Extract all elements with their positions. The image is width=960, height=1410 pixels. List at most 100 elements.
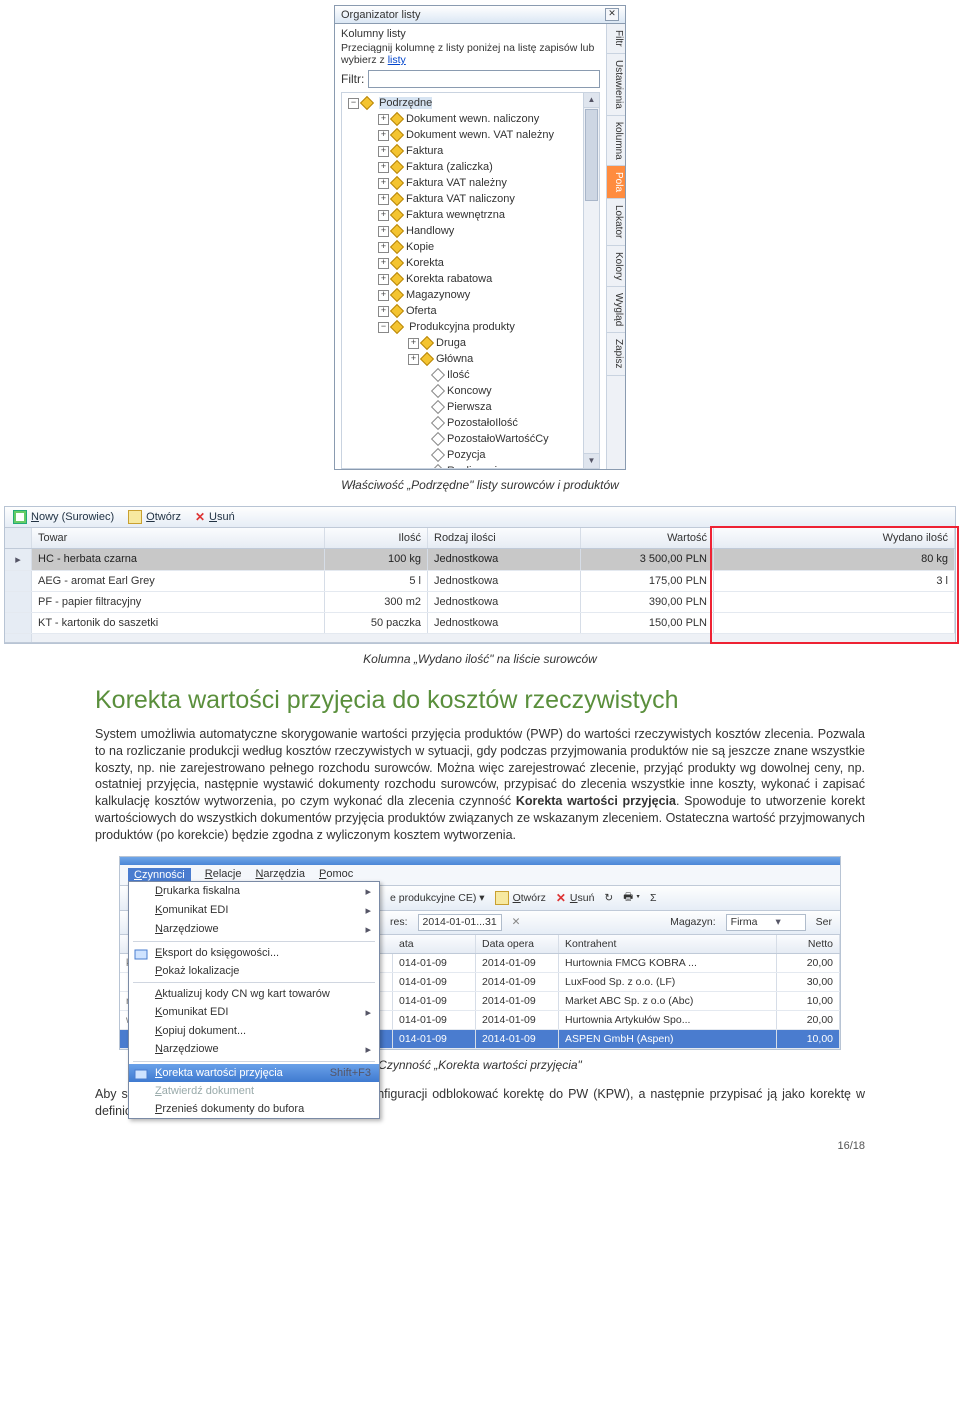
print-button[interactable]: 🖶 ▾ <box>623 889 640 907</box>
col-wydano[interactable]: Wydano ilość <box>714 528 955 548</box>
side-tab-zapisz[interactable]: Zapisz <box>607 333 625 375</box>
menu-item[interactable]: Drukarka fiskalna▸ <box>129 882 379 901</box>
expand-icon[interactable]: + <box>378 114 389 125</box>
expand-icon[interactable]: + <box>378 274 389 285</box>
tree-node[interactable]: Faktura <box>406 145 443 157</box>
filter-dropdown[interactable]: e produkcyjne CE) ▾ <box>390 892 485 904</box>
tree-node[interactable]: Produkcyjna produkty <box>409 321 515 333</box>
col-ilosc[interactable]: Ilość <box>325 528 428 548</box>
tree-node[interactable]: Faktura (zaliczka) <box>406 161 493 173</box>
collapse-icon[interactable]: − <box>348 98 359 109</box>
table-row[interactable]: ▸HC - herbata czarna100 kgJednostkowa3 5… <box>5 549 955 571</box>
col-data[interactable]: ata <box>393 935 476 953</box>
table-row[interactable]: KT - kartonik do saszetki50 paczkaJednos… <box>5 613 955 634</box>
col-kontrahent[interactable]: Kontrahent <box>559 935 777 953</box>
grid-footer-scroller[interactable]: ◂ <box>5 634 32 642</box>
tree-node[interactable]: Magazynowy <box>406 289 470 301</box>
expand-icon[interactable]: + <box>378 210 389 221</box>
tree-node[interactable]: Główna <box>436 353 473 365</box>
tree-node[interactable]: Faktura wewnętrzna <box>406 209 505 221</box>
expand-icon[interactable]: + <box>378 226 389 237</box>
tree-node[interactable]: Kopie <box>406 241 434 253</box>
tree-node[interactable]: Korekta rabatowa <box>406 273 492 285</box>
delete-button[interactable]: ✕ Usuń <box>195 511 235 523</box>
folder-icon <box>360 96 374 110</box>
sum-button[interactable]: Σ <box>650 892 657 904</box>
tree-node[interactable]: PozostałoWartośćCy <box>447 433 549 445</box>
tree-node[interactable]: Pozycja <box>447 449 486 461</box>
expand-icon[interactable]: + <box>378 146 389 157</box>
menu-narzędzia[interactable]: Narzędzia <box>255 868 305 882</box>
col-rodzaj[interactable]: Rodzaj ilości <box>428 528 581 548</box>
expand-icon[interactable]: + <box>408 338 419 349</box>
expand-icon[interactable]: + <box>378 306 389 317</box>
refresh-button[interactable]: ↻ <box>604 892 613 904</box>
warehouse-select[interactable]: Firma ▾ <box>726 914 806 931</box>
tree-root[interactable]: Podrzędne <box>379 97 432 109</box>
tree-node[interactable]: Faktura VAT naliczony <box>406 193 515 205</box>
columns-tree[interactable]: − Podrzędne + Dokument wewn. naliczony + Do… <box>341 92 600 469</box>
tree-node[interactable]: Dokument wewn. VAT należny <box>406 129 554 141</box>
tree-node[interactable]: Ilość <box>447 369 470 381</box>
table-row[interactable]: AEG - aromat Earl Grey5 lJednostkowa175,… <box>5 571 955 592</box>
side-tab-ustawienia[interactable]: Ustawienia <box>607 54 625 116</box>
tree-node[interactable]: Dokument wewn. naliczony <box>406 113 539 125</box>
tree-node[interactable]: Rozliczanie <box>447 465 503 469</box>
tree-node[interactable]: Korekta <box>406 257 444 269</box>
side-tab-lokator[interactable]: Lokator <box>607 199 625 245</box>
col-towar[interactable]: Towar <box>32 528 325 548</box>
menu-pomoc[interactable]: Pomoc <box>319 868 353 882</box>
collapse-icon[interactable]: − <box>378 322 389 333</box>
period-input[interactable]: 2014-01-01...31 <box>418 914 502 931</box>
scroll-up-icon[interactable]: ▲ <box>584 93 599 108</box>
tree-node[interactable]: Handlowy <box>406 225 454 237</box>
col-netto[interactable]: Netto <box>777 935 840 953</box>
expand-icon[interactable]: + <box>378 178 389 189</box>
tree-node[interactable]: Koncowy <box>447 385 492 397</box>
side-tab-kolory[interactable]: Kolory <box>607 246 625 287</box>
menu-item-icon <box>134 1067 148 1081</box>
side-tab-filtr[interactable]: Filtr <box>607 24 625 54</box>
menu-item[interactable]: Komunikat EDI▸ <box>129 1003 379 1022</box>
scroll-down-icon[interactable]: ▼ <box>584 453 599 468</box>
expand-icon[interactable]: + <box>378 194 389 205</box>
menu-item[interactable]: Narzędziowe▸ <box>129 920 379 939</box>
menu-item[interactable]: Pokaż lokalizacje <box>129 962 379 980</box>
open-button[interactable]: Otwórz <box>128 510 181 524</box>
tree-node[interactable]: Pierwsza <box>447 401 492 413</box>
expand-icon[interactable]: + <box>408 354 419 365</box>
expand-icon[interactable]: + <box>378 242 389 253</box>
menu-czynności[interactable]: Czynności <box>128 868 191 882</box>
filter-input[interactable] <box>368 70 600 88</box>
side-tab-kolumna[interactable]: kolumna <box>607 116 625 167</box>
tree-scrollbar[interactable]: ▲ ▼ <box>583 93 599 468</box>
expand-icon[interactable]: + <box>378 290 389 301</box>
menu-item[interactable]: Kopiuj dokument... <box>129 1022 379 1040</box>
period-clear[interactable]: ✕ <box>512 916 521 928</box>
close-icon[interactable]: ✕ <box>605 8 619 21</box>
menu-item[interactable]: Eksport do księgowości... <box>129 944 379 962</box>
col-data-opera[interactable]: Data opera <box>476 935 559 953</box>
scroll-thumb[interactable] <box>585 109 598 201</box>
side-tab-pola[interactable]: Pola <box>607 166 625 199</box>
expand-icon[interactable]: + <box>378 258 389 269</box>
open-button[interactable]: Otwórz <box>495 891 546 905</box>
delete-button[interactable]: ✕ Usuń <box>556 892 595 904</box>
expand-icon[interactable]: + <box>378 130 389 141</box>
menu-item[interactable]: Korekta wartości przyjęciaShift+F3 <box>129 1064 379 1082</box>
new-button[interactable]: NNowy (Surowiec)owy (Surowiec) <box>13 510 114 524</box>
tree-node[interactable]: Faktura VAT należny <box>406 177 507 189</box>
menu-item[interactable]: Narzędziowe▸ <box>129 1040 379 1059</box>
expand-icon[interactable]: + <box>378 162 389 173</box>
tree-node[interactable]: Druga <box>436 337 466 349</box>
menu-item[interactable]: Przenieś dokumenty do bufora <box>129 1100 379 1118</box>
col-wartosc[interactable]: Wartość <box>581 528 714 548</box>
side-tab-wygląd[interactable]: Wygląd <box>607 287 625 333</box>
tree-node[interactable]: PozostałoIlość <box>447 417 518 429</box>
menu-item[interactable]: Komunikat EDI▸ <box>129 901 379 920</box>
menu-relacje[interactable]: Relacje <box>205 868 242 882</box>
table-row[interactable]: PF - papier filtracyjny300 m2Jednostkowa… <box>5 592 955 613</box>
menu-item[interactable]: Aktualizuj kody CN wg kart towarów <box>129 985 379 1003</box>
tree-node[interactable]: Oferta <box>406 305 437 317</box>
hint-link[interactable]: listy <box>388 54 406 66</box>
